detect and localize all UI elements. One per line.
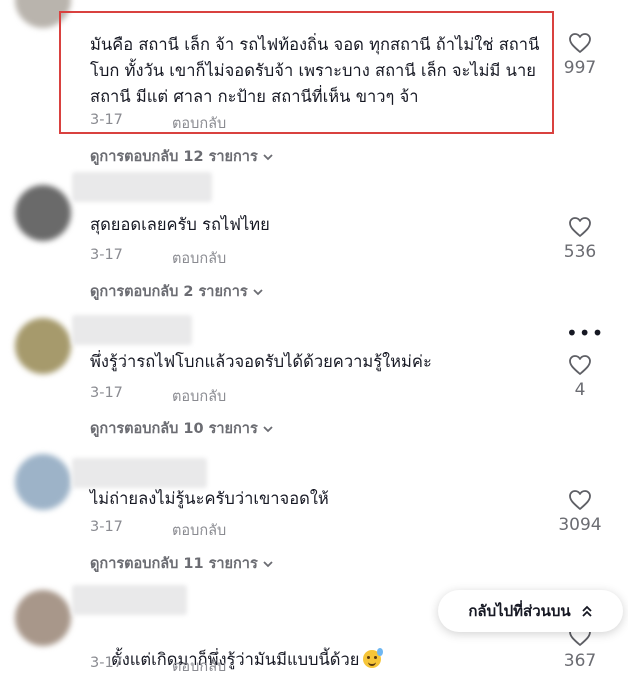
avatar[interactable]	[15, 185, 71, 241]
back-to-top-button[interactable]: กลับไปที่ส่วนบน	[438, 590, 623, 632]
avatar[interactable]	[15, 590, 71, 646]
double-chevron-up-icon	[582, 605, 592, 617]
username-blurred[interactable]	[72, 172, 212, 202]
comment-date: 3-17	[90, 655, 123, 671]
comment-item: พึ่งรู้ว่ารถไฟโบกแล้วจอดรับได้ด้วยความรู…	[0, 315, 628, 451]
avatar[interactable]	[15, 454, 71, 510]
view-replies-button[interactable]: ดูการตอบกลับ 2 รายการ	[90, 280, 264, 303]
heart-icon	[569, 490, 591, 510]
back-to-top-label: กลับไปที่ส่วนบน	[468, 602, 571, 620]
heart-icon	[569, 355, 591, 375]
comment-text: ไม่ถ่ายลงไม่รู้นะครับว่าเขาจอดให้	[90, 489, 329, 508]
comment-meta: 3-17 ตอบกลับ	[90, 247, 226, 267]
view-replies-button[interactable]: ดูการตอบกลับ 12 รายการ	[90, 145, 274, 168]
view-replies-button[interactable]: ดูการตอบกลับ 10 รายการ	[90, 417, 274, 440]
view-replies-label: ดูการตอบกลับ 12 รายการ	[90, 149, 258, 165]
like-button[interactable]: 997	[545, 32, 615, 78]
avatar[interactable]	[15, 318, 71, 374]
view-replies-label: ดูการตอบกลับ 11 รายการ	[90, 556, 258, 572]
comment-item: สุดยอดเลยครับ รถไฟไทย 3-17 ตอบกลับ ดูการ…	[0, 170, 628, 306]
comment-text-body: ตั้งแต่เกิดมาก็พึ่งรู้ว่ามันมีแบบนี้ด้วย	[110, 650, 360, 669]
like-button[interactable]: 4	[545, 354, 615, 400]
comment-text: สุดยอดเลยครับ รถไฟไทย	[90, 215, 270, 234]
username-blurred[interactable]	[72, 585, 187, 615]
heart-icon	[569, 217, 591, 237]
like-button[interactable]: 536	[545, 216, 615, 262]
chevron-down-icon	[253, 288, 263, 295]
chevron-down-icon	[263, 560, 273, 567]
highlight-box	[59, 11, 554, 134]
sweat-smile-emoji-icon	[363, 648, 384, 668]
username-blurred[interactable]	[72, 458, 207, 488]
comment-meta: 3-17 ตอบกลับ	[90, 385, 226, 405]
like-count: 367	[563, 651, 597, 671]
view-replies-label: ดูการตอบกลับ 2 รายการ	[90, 284, 248, 300]
like-count: 3094	[558, 515, 602, 535]
comment-item: ไม่ถ่ายลงไม่รู้นะครับว่าเขาจอดให้ 3-17 ต…	[0, 452, 628, 588]
like-count: 4	[574, 380, 586, 400]
comment-date: 3-17	[90, 519, 123, 535]
like-count: 997	[563, 58, 597, 78]
comment-text: ตั้งแต่เกิดมาก็พึ่งรู้ว่ามันมีแบบนี้ด้วย	[90, 621, 540, 699]
view-replies-label: ดูการตอบกลับ 10 รายการ	[90, 421, 258, 437]
comment-date: 3-17	[90, 385, 123, 401]
comment-date: 3-17	[90, 247, 123, 263]
chevron-down-icon	[263, 425, 273, 432]
more-options-icon[interactable]: •••	[566, 323, 604, 343]
heart-icon	[569, 33, 591, 53]
username-blurred[interactable]	[72, 315, 192, 345]
comment-meta: 3-17 ตอบกลับ	[90, 519, 226, 539]
reply-button[interactable]: ตอบกลับ	[172, 385, 226, 408]
reply-button[interactable]: ตอบกลับ	[172, 655, 226, 678]
reply-button[interactable]: ตอบกลับ	[172, 247, 226, 270]
chevron-down-icon	[263, 153, 273, 160]
comment-text: พึ่งรู้ว่ารถไฟโบกแล้วจอดรับได้ด้วยความรู…	[90, 352, 432, 371]
comment-meta: 3-17 ตอบกลับ	[90, 655, 226, 675]
like-count: 536	[563, 242, 597, 262]
view-replies-button[interactable]: ดูการตอบกลับ 11 รายการ	[90, 552, 274, 575]
like-button[interactable]: 3094	[545, 489, 615, 535]
reply-button[interactable]: ตอบกลับ	[172, 519, 226, 542]
